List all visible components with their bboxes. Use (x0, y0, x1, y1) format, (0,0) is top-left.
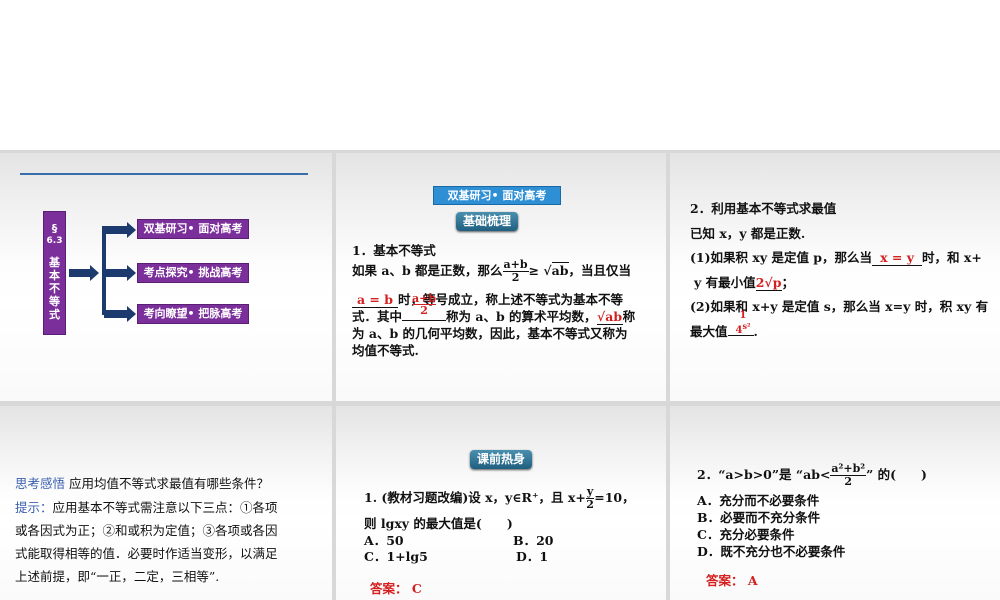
title-char: 本 (49, 269, 60, 282)
fraction-denominator: 2 (844, 475, 853, 488)
question-line-1: 1. (教材习题改编)设 x，y∈R⁺，且 x+ y 2 =10， (364, 484, 635, 512)
option-d: D．既不充分也不必要条件 (697, 544, 846, 559)
answer: 答案： A (706, 573, 758, 588)
section-sign: § (51, 222, 58, 235)
blank-3-numerator: 1 (739, 310, 747, 321)
title-char: 式 (49, 308, 60, 321)
text: 称 (622, 309, 636, 324)
blank-answer-3: ab (605, 309, 623, 324)
paragraph-line-5: 均值不等式. (352, 343, 419, 358)
question-line: 思考感悟 应用均值不等式求最值有哪些条件？ (15, 473, 269, 492)
section-number: 6.3 (46, 236, 63, 246)
branch-box-2[interactable]: 考点探究• 挑战高考 (137, 263, 249, 283)
text: y 有最小值 (694, 275, 756, 290)
title-char: 等 (49, 295, 60, 308)
fraction-denominator: 2 (586, 498, 594, 511)
question-text: 应用均值不等式求最值有哪些条件？ (69, 476, 270, 491)
text: 时，和 x+ (922, 250, 982, 265)
text: 最大值 (690, 324, 728, 339)
hint-line-1: 提示：应用基本不等式需注意以下三点：①各项 (15, 497, 278, 516)
branch-arrow-icon (104, 222, 136, 238)
warmup-pill: 课前热身 (470, 450, 532, 469)
line-1: 已知 x，y 都是正数. (690, 226, 806, 241)
text: ，当且仅当 (568, 263, 632, 278)
slide-thumbnail-5[interactable]: 课前热身 1. (教材习题改编)设 x，y∈R⁺，且 x+ y 2 =10， 则 lg… (336, 406, 666, 600)
blank-answer-1: x = y (872, 250, 923, 266)
section-header: 双基研习• 面对高考 (433, 186, 561, 205)
basics-pill: 基础梳理 (456, 212, 518, 231)
line-2: (1)如果积 xy 是定值 p，那么当 x = y 时，和 x+ (690, 247, 982, 266)
paragraph-line-1: 如果 a、b 都是正数，那么 a+b 2 ≥ √ab，当且仅当 (352, 258, 632, 284)
slide-thumbnail-1[interactable]: § 6.3 基 本 不 等 式 双基研习• 面对高考 考点探究• 挑战高考 考向… (0, 153, 332, 401)
main-arrow-icon (69, 265, 99, 281)
text: 1. (教材习题改编)设 x，y∈R⁺，且 x+ (364, 490, 586, 505)
blank-2-denominator: 2 (420, 304, 428, 317)
hint-line-3: 式能取得相等的值．必要时作适当变形，以满足 (15, 546, 278, 561)
title-char: 基 (49, 256, 60, 269)
question-line: 2．“a>b>0”是 “ab< a²+b² 2” 的( ) (697, 461, 927, 489)
text: 称为 a、b 的算术平均数， (446, 309, 597, 324)
branch-box-3[interactable]: 考向瞭望• 把脉高考 (137, 304, 249, 324)
branch-box-1[interactable]: 双基研习• 面对高考 (137, 219, 249, 239)
hint-text: 应用基本不等式需注意以下三点：①各项 (52, 500, 278, 515)
hint-line-4: 上述前提，即“一正，二定，三相等”. (15, 569, 220, 584)
text: 如果 a、b 都是正数，那么 (352, 263, 503, 278)
line-3: y 有最小值2√p； (694, 272, 794, 291)
slide-thumbnail-3[interactable]: 2．利用基本不等式求最值 已知 x，y 都是正数. (1)如果积 xy 是定值 … (670, 153, 1000, 401)
title-divider-line (20, 173, 308, 175)
text: 式．其中 (352, 309, 403, 324)
title-char: 不 (49, 282, 60, 295)
answer: 答案： C (370, 581, 422, 596)
fraction-denominator: 2 (511, 271, 520, 284)
section-box: § 6.3 基 本 不 等 式 (43, 211, 66, 335)
text: ” 的( ) (866, 467, 927, 482)
text: . (753, 324, 758, 339)
option-d: D．1 (516, 549, 549, 564)
sqrt-ab: ab (551, 262, 569, 278)
slide-thumbnail-6[interactable]: 2．“a>b>0”是 “ab< a²+b² 2” 的( ) A．充分而不必要条件 B… (670, 406, 1000, 600)
text: ； (781, 275, 795, 290)
text: 2．“a>b>0”是 “ab< (697, 467, 831, 482)
text: =10， (594, 490, 635, 505)
branch-arrow-icon (104, 306, 136, 322)
heading: 2．利用基本不等式求最值 (690, 201, 837, 216)
slide-thumbnail-2[interactable]: 双基研习• 面对高考 基础梳理 1．基本不等式 如果 a、b 都是正数，那么 a+… (336, 153, 666, 401)
blank-3-s-squared: s² (742, 321, 751, 331)
line-5: 最大值 1 4s². (690, 311, 758, 340)
text: (1)如果积 xy 是定值 p，那么当 (690, 250, 873, 265)
reflection-label: 思考感悟 (15, 476, 66, 491)
hint-line-2: 或各因式为正；②和或积为定值；③各项或各因 (15, 523, 278, 538)
branch-arrow-icon (104, 265, 136, 281)
hint-label: 提示： (15, 500, 53, 515)
blank-answer-2: 2√p (755, 275, 782, 291)
slide-thumbnail-4[interactable]: 思考感悟 应用均值不等式求最值有哪些条件？ 提示：应用基本不等式需注意以下三点：… (0, 406, 332, 600)
option-c: C．1+lg5 (364, 549, 428, 564)
geq-symbol: ≥ (528, 263, 540, 278)
